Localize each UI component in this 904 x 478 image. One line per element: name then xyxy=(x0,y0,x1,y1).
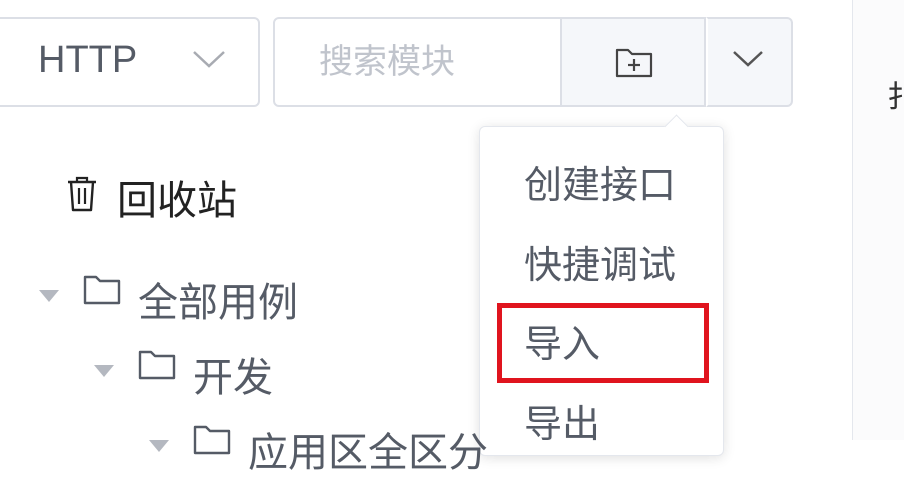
menu-item-label: 创建接口 xyxy=(524,163,677,207)
right-panel-edge: 扌 xyxy=(852,0,904,440)
folder-plus-icon xyxy=(614,45,654,83)
search-input[interactable] xyxy=(275,19,563,105)
tree-node-label: 应用区全区分 xyxy=(248,430,488,476)
folder-icon xyxy=(82,272,122,310)
menu-item-create-api[interactable]: 创建接口 xyxy=(480,147,725,223)
menu-item-quick-debug[interactable]: 快捷调试 xyxy=(480,227,725,303)
caret-down-icon[interactable] xyxy=(148,438,170,457)
add-folder-button[interactable] xyxy=(560,17,706,107)
folder-icon xyxy=(137,347,177,385)
protocol-select[interactable]: HTTP xyxy=(0,17,260,107)
partial-tab-glyph: 扌 xyxy=(887,80,904,115)
chevron-down-icon xyxy=(192,49,226,73)
menu-item-label: 快捷调试 xyxy=(524,243,677,287)
folder-icon xyxy=(192,422,232,460)
import-highlight-annotation xyxy=(497,303,709,383)
menu-item-label: 导出 xyxy=(524,402,601,446)
chevron-down-icon xyxy=(732,49,764,73)
caret-down-icon[interactable] xyxy=(38,288,60,307)
search-module-field[interactable] xyxy=(273,17,565,107)
caret-down-icon[interactable] xyxy=(93,363,115,382)
menu-arrow xyxy=(664,114,689,139)
recycle-bin-label: 回收站 xyxy=(117,178,237,224)
more-actions-dropdown-button[interactable] xyxy=(706,17,793,107)
active-tab-indicator xyxy=(892,145,904,149)
menu-item-export[interactable]: 导出 xyxy=(480,386,725,462)
tree-node-label: 全部用例 xyxy=(138,280,298,326)
protocol-select-value: HTTP xyxy=(38,39,138,81)
trash-icon xyxy=(65,176,99,216)
actions-dropdown-menu: 创建接口 快捷调试 导入 导出 xyxy=(479,114,725,456)
tree-node-label: 开发 xyxy=(193,355,273,401)
